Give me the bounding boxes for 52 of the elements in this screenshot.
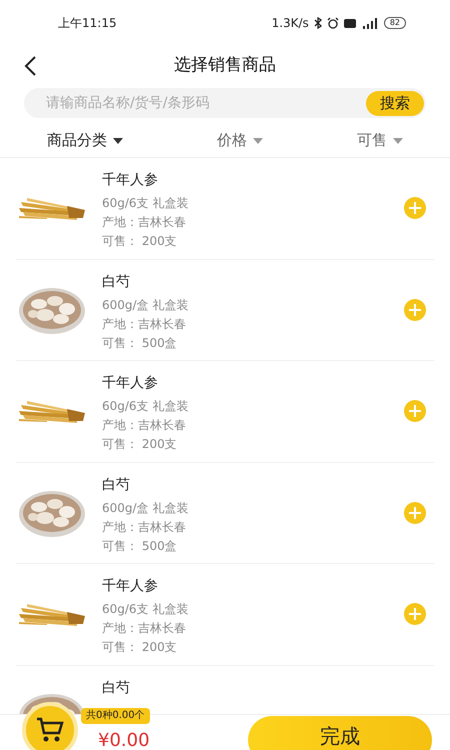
product-origin: 产地：吉林长春: [102, 620, 187, 637]
product-spec: 600g/盒 礼盒装: [102, 296, 190, 314]
plus-icon: [409, 202, 421, 214]
status-time: 上午11:15: [58, 15, 117, 32]
product-spec: 600g/盒 礼盒装: [102, 500, 190, 516]
product-stock: 可售： 200支: [102, 639, 178, 656]
alarm-icon: [326, 17, 339, 29]
done-button[interactable]: 完成: [248, 716, 432, 750]
back-button[interactable]: [24, 56, 36, 76]
count-badge: 共0种0.00个: [81, 708, 150, 724]
product-name: 千年人参: [102, 577, 159, 596]
product-origin: 产地：吉林长春: [102, 316, 187, 332]
search-field[interactable]: 请输商品名称/货号/条形码 搜索: [24, 88, 426, 118]
product-stock: 可售： 200支: [102, 233, 178, 250]
plus-icon: [409, 304, 421, 316]
product-spec: 60g/6支 礼盒装: [102, 195, 190, 212]
back-icon: [24, 56, 36, 76]
caret-icon: [253, 138, 263, 144]
caret-icon: [113, 138, 123, 144]
filter-tab[interactable]: 可售: [357, 129, 403, 152]
plus-icon: [409, 405, 421, 418]
product-stock: 可售： 500盒: [102, 334, 178, 352]
bluetooth-icon: [314, 17, 322, 29]
filter-tab[interactable]: 商品分类: [47, 129, 123, 152]
product-stock: 可售： 500盒: [102, 538, 178, 554]
product-name: 千年人参: [102, 374, 159, 393]
caret-icon: [393, 138, 403, 144]
battery-indicator: 82: [384, 17, 406, 29]
product-name: 白芍: [102, 272, 131, 292]
page-title: 选择销售商品: [174, 54, 276, 78]
add-button[interactable]: [404, 400, 426, 422]
product-spec: 60g/6支 礼盒装: [102, 601, 190, 618]
product-name: 白芍: [102, 678, 131, 698]
plus-icon: [409, 506, 421, 519]
plus-icon: [409, 608, 421, 620]
product-name: 千年人参: [102, 171, 159, 190]
product-origin: 产地：吉林长春: [102, 518, 187, 536]
product-origin: 产地：吉林长春: [102, 214, 187, 231]
add-button[interactable]: [404, 502, 426, 524]
product-name: 白芍: [102, 476, 131, 494]
filter-tab[interactable]: 价格: [217, 129, 263, 152]
product-spec: 60g/6支 礼盒装: [102, 398, 190, 415]
network-speed: 1.3K/s: [272, 15, 309, 32]
cart-icon: [36, 717, 64, 743]
product-stock: 可售： 200支: [102, 436, 178, 453]
add-button[interactable]: [404, 603, 426, 626]
add-button[interactable]: [404, 298, 426, 321]
total-price: ¥0.00: [98, 729, 150, 750]
search-button[interactable]: 搜索: [366, 90, 424, 116]
add-button[interactable]: [404, 197, 426, 220]
signal-icon: [360, 18, 379, 28]
product-origin: 产地：吉林长春: [102, 417, 187, 434]
